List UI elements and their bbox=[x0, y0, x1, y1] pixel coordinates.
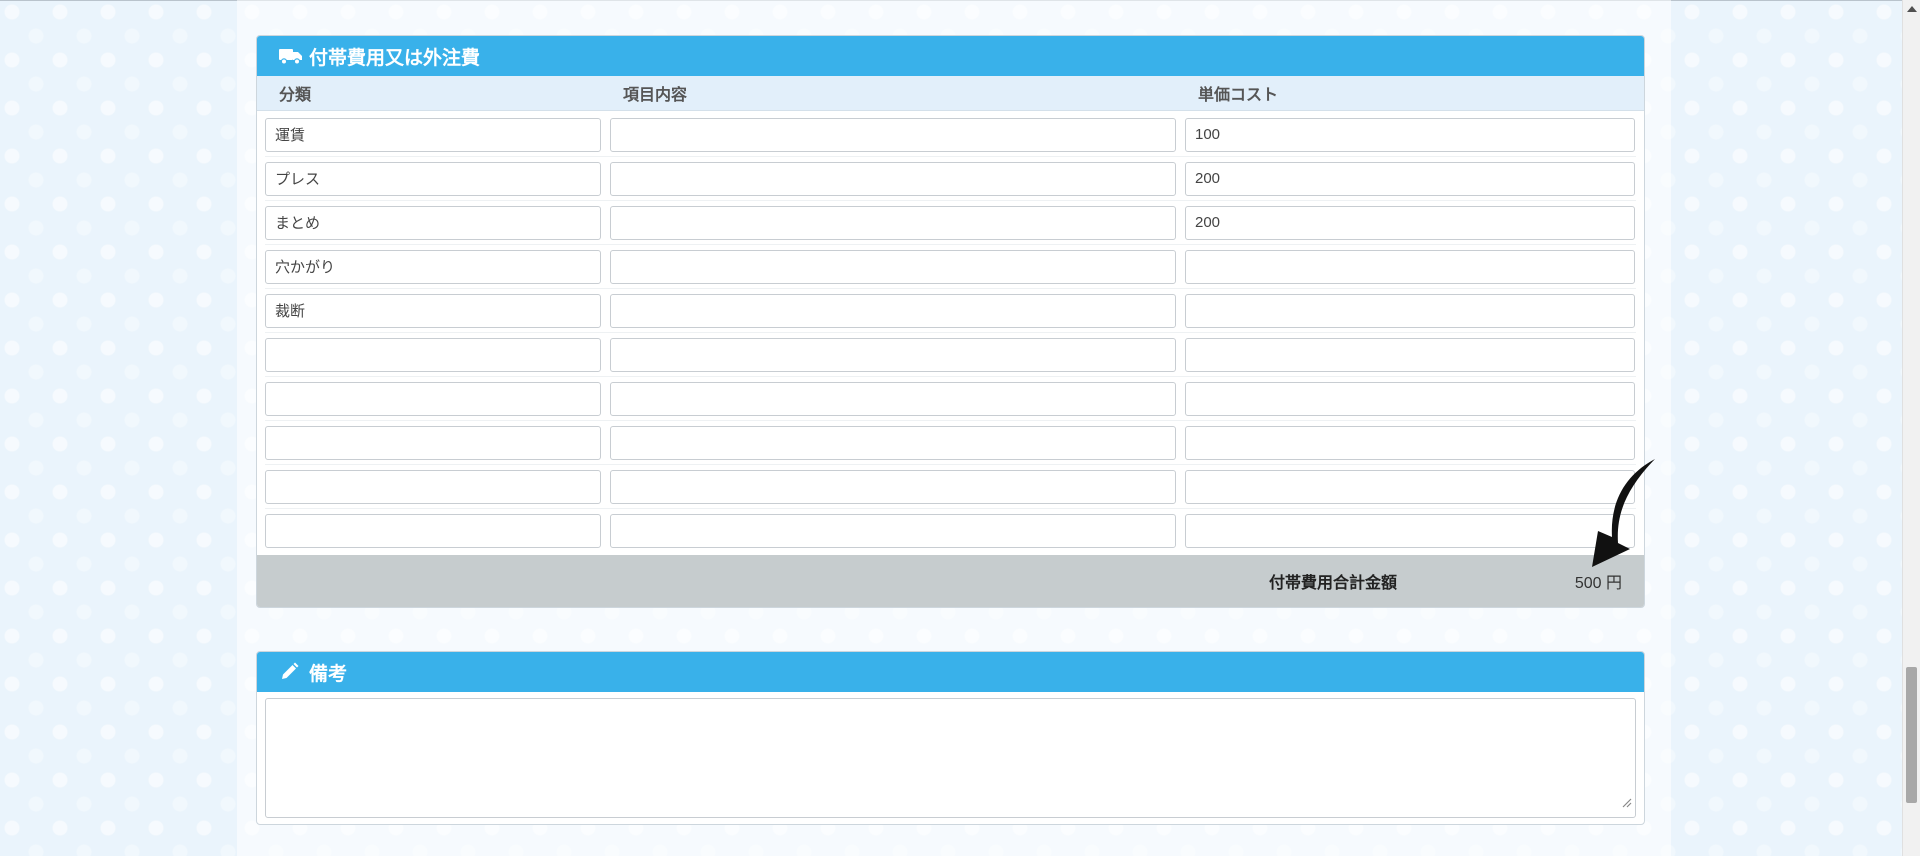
unit-cost-input[interactable]: 200 bbox=[1185, 205, 1635, 240]
unit-cost-input[interactable] bbox=[1185, 469, 1635, 504]
content-input[interactable] bbox=[610, 337, 1176, 372]
incidental-cost-header: 付帯費用又は外注費 bbox=[257, 36, 1644, 76]
vertical-scrollbar[interactable] bbox=[1902, 0, 1920, 856]
column-header-content: 項目内容 bbox=[623, 85, 688, 104]
remarks-header: 備考 bbox=[257, 652, 1644, 692]
column-header-unit-cost: 単価コスト bbox=[1198, 85, 1279, 104]
category-input[interactable] bbox=[265, 425, 601, 460]
content-input[interactable] bbox=[610, 381, 1176, 416]
category-input[interactable] bbox=[265, 337, 601, 372]
content-input[interactable] bbox=[610, 293, 1176, 328]
category-input[interactable] bbox=[265, 513, 601, 548]
cost-rows: 運賃 100 プレス 200 まとめ 200 穴かがり 裁断 bbox=[257, 111, 1644, 552]
column-header-category: 分類 bbox=[279, 85, 312, 104]
unit-cost-input[interactable] bbox=[1185, 337, 1635, 372]
unit-cost-input[interactable] bbox=[1185, 249, 1635, 284]
remarks-textarea[interactable] bbox=[265, 698, 1636, 818]
content-input[interactable] bbox=[610, 161, 1176, 196]
content-input[interactable] bbox=[610, 425, 1176, 460]
content-input[interactable] bbox=[610, 117, 1176, 152]
category-input[interactable] bbox=[265, 469, 601, 504]
incidental-cost-title: 付帯費用又は外注費 bbox=[309, 46, 481, 69]
unit-cost-input[interactable] bbox=[1185, 513, 1635, 548]
content-input[interactable] bbox=[610, 513, 1176, 548]
table-row bbox=[265, 377, 1636, 421]
table-row bbox=[265, 465, 1636, 509]
scroll-thumb[interactable] bbox=[1906, 667, 1917, 803]
table-row: 運賃 100 bbox=[265, 113, 1636, 157]
category-input[interactable]: まとめ bbox=[265, 205, 601, 240]
table-row bbox=[265, 421, 1636, 465]
category-input[interactable]: プレス bbox=[265, 161, 601, 196]
scroll-up-icon[interactable] bbox=[1907, 6, 1917, 12]
table-row bbox=[265, 333, 1636, 377]
unit-cost-input[interactable]: 100 bbox=[1185, 117, 1635, 152]
remarks-panel: 備考 bbox=[256, 651, 1645, 825]
resize-grip-icon[interactable] bbox=[1622, 793, 1632, 812]
table-row: 裁断 bbox=[265, 289, 1636, 333]
unit-cost-input[interactable] bbox=[1185, 425, 1635, 460]
total-value: 500 円 bbox=[1574, 575, 1622, 592]
category-input[interactable] bbox=[265, 381, 601, 416]
unit-cost-input[interactable] bbox=[1185, 293, 1635, 328]
column-header-row: 分類 項目内容 単価コスト bbox=[257, 76, 1644, 111]
total-bar: 付帯費用合計金額 500 円 bbox=[257, 555, 1644, 607]
table-row: 穴かがり bbox=[265, 245, 1636, 289]
pencil-icon bbox=[279, 662, 303, 682]
unit-cost-input[interactable]: 200 bbox=[1185, 161, 1635, 196]
total-label: 付帯費用合計金額 bbox=[1269, 573, 1398, 592]
content-input[interactable] bbox=[610, 249, 1176, 284]
remarks-title: 備考 bbox=[309, 662, 348, 685]
table-row bbox=[265, 509, 1636, 552]
category-input[interactable]: 運賃 bbox=[265, 117, 601, 152]
truck-icon bbox=[279, 46, 303, 66]
table-row: まとめ 200 bbox=[265, 201, 1636, 245]
unit-cost-input[interactable] bbox=[1185, 381, 1635, 416]
table-row: プレス 200 bbox=[265, 157, 1636, 201]
category-input[interactable]: 裁断 bbox=[265, 293, 601, 328]
content-input[interactable] bbox=[610, 469, 1176, 504]
annotation-arrow-icon bbox=[1570, 457, 1660, 571]
category-input[interactable]: 穴かがり bbox=[265, 249, 601, 284]
content-input[interactable] bbox=[610, 205, 1176, 240]
incidental-cost-panel: 付帯費用又は外注費 分類 項目内容 単価コスト 運賃 100 プレス 200 ま… bbox=[256, 35, 1645, 608]
